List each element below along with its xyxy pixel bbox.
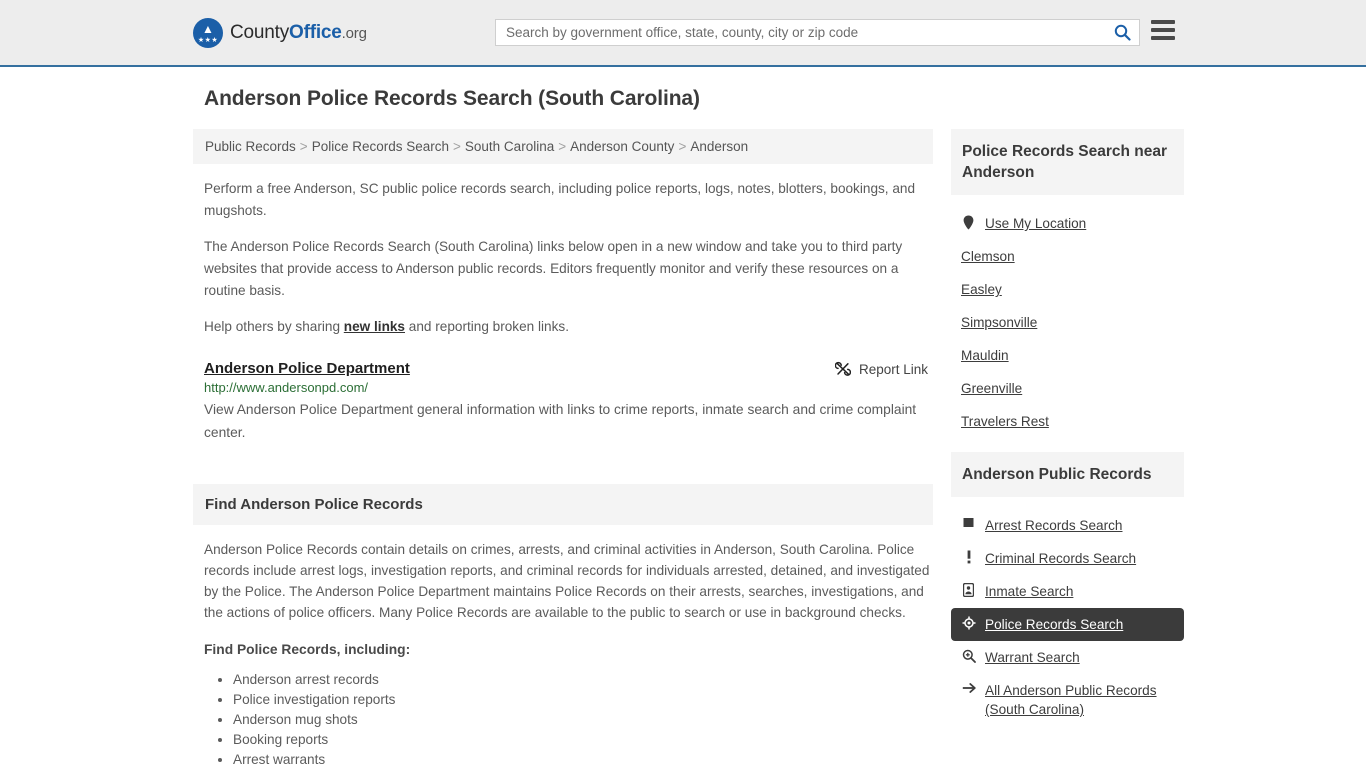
list-item: Arrest warrants — [233, 750, 933, 768]
find-records-subheading: Find Police Records, including: — [204, 642, 411, 657]
id-badge-icon — [961, 583, 976, 597]
nearby-city-travelers-rest[interactable]: Travelers Rest — [951, 405, 1184, 438]
magnifier-plus-icon — [961, 649, 976, 663]
sidebar-item-label[interactable]: Police Records Search — [985, 615, 1123, 634]
brand-part-tld: .org — [341, 24, 367, 42]
police-badge-icon — [961, 616, 976, 630]
breadcrumb-separator: > — [453, 139, 461, 154]
breadcrumb-item-anderson-county[interactable]: Anderson County — [570, 139, 674, 154]
result-title-link[interactable]: Anderson Police Department — [204, 360, 835, 377]
main-column: Public Records > Police Records Search > Sou… — [193, 129, 933, 768]
hamburger-bar — [1151, 20, 1175, 24]
arrow-right-icon — [961, 682, 976, 694]
sidebar-item-label[interactable]: All Anderson Public Records (South Carol… — [985, 681, 1174, 719]
nearby-city-clemson[interactable]: Clemson — [951, 240, 1184, 273]
sidebar-item-warrant-search[interactable]: Warrant Search — [951, 641, 1184, 674]
public-records-panel: Anderson Public Records Arrest Records S… — [951, 452, 1184, 726]
list-item: Police investigation reports — [233, 690, 933, 710]
nearby-city-link[interactable]: Travelers Rest — [961, 412, 1049, 431]
nearby-city-link[interactable]: Clemson — [961, 247, 1015, 266]
brand-part-office: Office — [289, 21, 342, 43]
sidebar-item-criminal-records-search[interactable]: Criminal Records Search — [951, 542, 1184, 575]
public-records-heading: Anderson Public Records — [951, 452, 1184, 497]
share-text-before: Help others by sharing — [204, 319, 344, 334]
intro-paragraph-1: Perform a free Anderson, SC public polic… — [204, 181, 916, 218]
page-title: Anderson Police Records Search (South Ca… — [204, 87, 700, 110]
list-item: Anderson mug shots — [233, 710, 933, 730]
search-bar — [495, 19, 1140, 46]
sidebar-item-police-records-search[interactable]: Police Records Search — [951, 608, 1184, 641]
hamburger-bar — [1151, 28, 1175, 32]
breadcrumb-item-police-records-search[interactable]: Police Records Search — [312, 139, 449, 154]
brand-text: CountyOffice.org — [230, 22, 367, 44]
map-pin-icon — [961, 215, 976, 230]
sidebar-item-arrest-records-search[interactable]: Arrest Records Search — [951, 509, 1184, 542]
site-header: ▲ ★★★ CountyOffice.org — [0, 0, 1366, 67]
nearby-city-greenville[interactable]: Greenville — [951, 372, 1184, 405]
sidebar-item-label[interactable]: Warrant Search — [985, 648, 1080, 667]
record-type-list: Anderson arrest records Police investiga… — [204, 670, 933, 768]
result-header-row: Anderson Police Department Report Link — [204, 360, 933, 377]
intro-paragraph-2: The Anderson Police Records Search (Sout… — [204, 239, 903, 298]
find-records-heading: Find Anderson Police Records — [193, 484, 933, 525]
site-logo[interactable]: ▲ ★★★ CountyOffice.org — [193, 17, 367, 48]
nearby-city-mauldin[interactable]: Mauldin — [951, 339, 1184, 372]
sidebar-item-label[interactable]: Criminal Records Search — [985, 549, 1136, 568]
nearby-panel: Police Records Search near Anderson Use … — [951, 129, 1184, 438]
nearby-panel-heading: Police Records Search near Anderson — [951, 129, 1184, 195]
list-item: Booking reports — [233, 730, 933, 750]
result-item: Anderson Police Department Report Link h… — [204, 360, 933, 444]
square-icon — [961, 517, 976, 528]
nearby-city-simpsonville[interactable]: Simpsonville — [951, 306, 1184, 339]
nearby-city-link[interactable]: Greenville — [961, 379, 1022, 398]
brand-part-county: County — [230, 21, 290, 43]
intro-paragraph-3: Help others by sharing new links and rep… — [204, 316, 933, 338]
find-records-paragraph: Anderson Police Records contain details … — [204, 542, 930, 620]
breadcrumb-separator: > — [678, 139, 687, 154]
nearby-links: Use My Location Clemson Easley Simpsonvi… — [951, 195, 1184, 438]
result-url: http://www.andersonpd.com/ — [204, 380, 369, 395]
breadcrumb-item-south-carolina[interactable]: South Carolina — [465, 139, 554, 154]
badge-stars: ★★★ — [197, 36, 219, 44]
nearby-city-link[interactable]: Easley — [961, 280, 1002, 299]
sidebar: Police Records Search near Anderson Use … — [951, 129, 1184, 740]
sidebar-item-label[interactable]: Inmate Search — [985, 582, 1073, 601]
sidebar-item-all-public-records[interactable]: All Anderson Public Records (South Carol… — [951, 674, 1184, 726]
nearby-city-easley[interactable]: Easley — [951, 273, 1184, 306]
eagle-badge-icon: ▲ ★★★ — [193, 17, 223, 48]
breadcrumb-separator: > — [299, 139, 308, 154]
sidebar-item-inmate-search[interactable]: Inmate Search — [951, 575, 1184, 608]
hamburger-bar — [1151, 36, 1175, 40]
nearby-city-link[interactable]: Simpsonville — [961, 313, 1037, 332]
use-my-location-row[interactable]: Use My Location — [951, 207, 1184, 240]
breadcrumb-item-public-records[interactable]: Public Records — [205, 139, 296, 154]
share-text-after: and reporting broken links. — [405, 319, 569, 334]
public-records-links: Arrest Records Search Criminal Records S… — [951, 497, 1184, 726]
exclamation-icon — [961, 550, 976, 564]
report-link-label: Report Link — [858, 361, 928, 377]
breadcrumb-separator: > — [558, 139, 567, 154]
breadcrumb: Public Records > Police Records Search > Sou… — [193, 129, 933, 164]
find-records-body: Anderson Police Records contain details … — [204, 539, 933, 768]
hamburger-menu-icon[interactable] — [1151, 20, 1175, 40]
search-input[interactable] — [496, 20, 1105, 45]
list-item: Anderson arrest records — [233, 670, 933, 690]
breadcrumb-item-anderson[interactable]: Anderson — [690, 139, 748, 154]
search-icon — [1114, 24, 1131, 41]
broken-link-icon — [834, 361, 851, 376]
sidebar-item-label[interactable]: Arrest Records Search — [985, 516, 1123, 535]
content-columns: Public Records > Police Records Search > Sou… — [193, 129, 1184, 768]
use-my-location-link[interactable]: Use My Location — [985, 214, 1086, 233]
page-container: Anderson Police Records Search (South Ca… — [0, 67, 1366, 768]
result-description: View Anderson Police Department general … — [204, 402, 917, 440]
nearby-city-link[interactable]: Mauldin — [961, 346, 1009, 365]
report-link-button[interactable]: Report Link — [834, 361, 933, 377]
new-links-link[interactable]: new links — [344, 319, 405, 334]
search-button[interactable] — [1105, 20, 1139, 45]
